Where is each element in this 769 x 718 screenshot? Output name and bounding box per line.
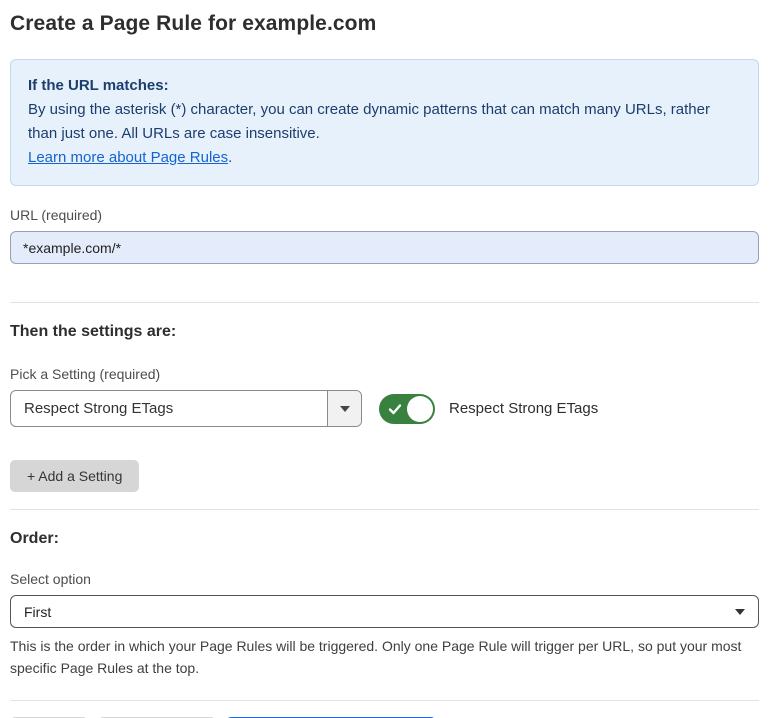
url-field-label: URL (required) [10, 207, 759, 223]
url-input[interactable] [10, 231, 759, 264]
chevron-down-icon [735, 609, 745, 615]
toggle-label: Respect Strong ETags [449, 400, 598, 417]
toggle-knob [407, 396, 433, 422]
setting-select-value: Respect Strong ETags [11, 391, 327, 426]
chevron-down-icon [340, 406, 350, 412]
add-setting-button[interactable]: + Add a Setting [10, 460, 139, 492]
divider [10, 302, 759, 303]
divider [10, 509, 759, 510]
respect-strong-etags-toggle[interactable] [379, 394, 435, 424]
pick-setting-label: Pick a Setting (required) [10, 366, 759, 382]
divider [10, 700, 759, 701]
learn-more-link[interactable]: Learn more about Page Rules [28, 149, 228, 166]
setting-select[interactable]: Respect Strong ETags [10, 390, 362, 427]
info-box-body: By using the asterisk (*) character, you… [28, 98, 741, 146]
info-box-link-row: Learn more about Page Rules. [28, 146, 741, 170]
page-rule-form: Create a Page Rule for example.com If th… [0, 0, 769, 718]
order-select-label: Select option [10, 571, 759, 587]
info-box-heading: If the URL matches: [28, 74, 741, 98]
order-help-text: This is the order in which your Page Rul… [10, 635, 755, 679]
setting-row: Respect Strong ETags Respect Strong ETag… [10, 390, 759, 427]
order-select-value: First [24, 604, 735, 620]
order-select[interactable]: First [10, 595, 759, 628]
page-title: Create a Page Rule for example.com [10, 12, 759, 36]
setting-select-arrow-button[interactable] [327, 391, 361, 426]
order-section-heading: Order: [10, 530, 759, 548]
settings-section-heading: Then the settings are: [10, 323, 759, 341]
check-icon [388, 402, 402, 416]
url-match-info-box: If the URL matches: By using the asteris… [10, 59, 759, 186]
link-suffix: . [228, 149, 232, 166]
